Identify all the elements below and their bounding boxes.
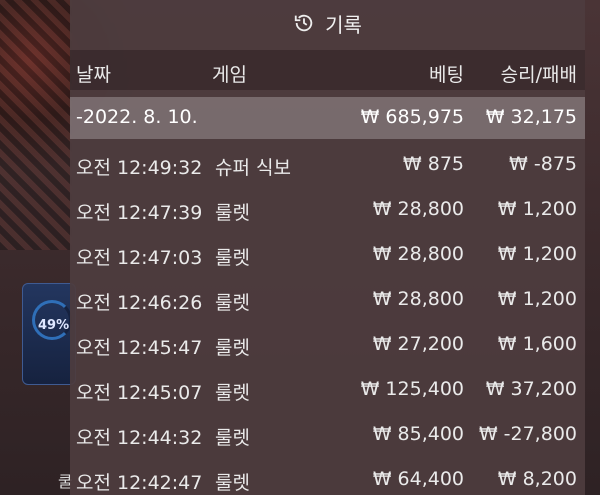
row-time: 오전 12:45:07 — [76, 382, 203, 404]
col-bet: 베팅 — [429, 64, 464, 86]
date-summary-row[interactable]: -2022. 8. 10. ₩ 685,975 ₩ 32,175 — [70, 97, 585, 139]
row-game: 룰렛 — [215, 427, 250, 449]
row-winloss: ₩ 1,200 — [497, 198, 577, 220]
progress-percent: 49% — [38, 318, 70, 333]
row-game: 룰렛 — [215, 472, 250, 494]
table-row[interactable]: 오전 12:45:47 룰렛 ₩ 27,200 ₩ 1,600 — [70, 323, 585, 368]
panel-title: 기록 — [325, 12, 362, 37]
row-time: 오전 12:46:26 — [76, 292, 203, 314]
row-time: 오전 12:44:32 — [76, 427, 203, 449]
history-panel: 기록 날짜 게임 베팅 승리/패배 -2022. 8. 10. ₩ 685,97… — [70, 0, 585, 495]
panel-header: 기록 — [70, 0, 585, 46]
row-winloss: ₩ 1,200 — [497, 288, 577, 310]
row-game: 룰렛 — [215, 292, 250, 314]
row-winloss: ₩ -875 — [509, 153, 577, 175]
row-time: 오전 12:47:39 — [76, 202, 203, 224]
table-header: 날짜 게임 베팅 승리/패배 — [70, 50, 585, 90]
table-row[interactable]: 오전 12:45:07 룰렛 ₩ 125,400 ₩ 37,200 — [70, 368, 585, 413]
row-bet: ₩ 875 — [402, 153, 464, 175]
row-bet: ₩ 28,800 — [372, 243, 464, 265]
row-time: 오전 12:45:47 — [76, 337, 203, 359]
row-bet: ₩ 64,400 — [372, 468, 464, 490]
row-time: 오전 12:42:47 — [76, 472, 203, 494]
col-game: 게임 — [212, 64, 247, 86]
row-game: 룰렛 — [215, 382, 250, 404]
row-game: 슈퍼 식보 — [215, 157, 291, 179]
row-bet: ₩ 28,800 — [372, 288, 464, 310]
history-icon — [294, 14, 313, 32]
background-decoration — [0, 0, 72, 250]
row-winloss: ₩ -27,800 — [478, 423, 577, 445]
col-date: 날짜 — [76, 64, 111, 86]
table-row[interactable]: 오전 12:47:39 룰렛 ₩ 28,800 ₩ 1,200 — [70, 188, 585, 233]
row-winloss: ₩ 8,200 — [497, 468, 577, 490]
row-winloss: ₩ 1,200 — [497, 243, 577, 265]
row-time: 오전 12:47:03 — [76, 247, 203, 269]
row-winloss: ₩ 1,600 — [497, 333, 577, 355]
table-row[interactable]: 오전 12:42:47 룰렛 ₩ 64,400 ₩ 8,200 — [70, 458, 585, 495]
row-game: 룰렛 — [215, 247, 250, 269]
summary-date: -2022. 8. 10. — [76, 106, 198, 128]
row-bet: ₩ 85,400 — [372, 423, 464, 445]
row-bet: ₩ 28,800 — [372, 198, 464, 220]
col-winloss: 승리/패배 — [500, 64, 577, 86]
table-row[interactable]: 오전 12:44:32 룰렛 ₩ 85,400 ₩ -27,800 — [70, 413, 585, 458]
summary-bet: ₩ 685,975 — [360, 106, 464, 128]
row-time: 오전 12:49:32 — [76, 157, 203, 179]
table-row[interactable]: 오전 12:47:03 룰렛 ₩ 28,800 ₩ 1,200 — [70, 233, 585, 278]
row-winloss: ₩ 37,200 — [485, 378, 577, 400]
row-bet: ₩ 27,200 — [372, 333, 464, 355]
row-game: 룰렛 — [215, 202, 250, 224]
summary-winloss: ₩ 32,175 — [485, 106, 577, 128]
table-row[interactable]: 오전 12:49:32 슈퍼 식보 ₩ 875 ₩ -875 — [70, 143, 585, 188]
row-game: 룰렛 — [215, 337, 250, 359]
row-bet: ₩ 125,400 — [360, 378, 464, 400]
table-row[interactable]: 오전 12:46:26 룰렛 ₩ 28,800 ₩ 1,200 — [70, 278, 585, 323]
